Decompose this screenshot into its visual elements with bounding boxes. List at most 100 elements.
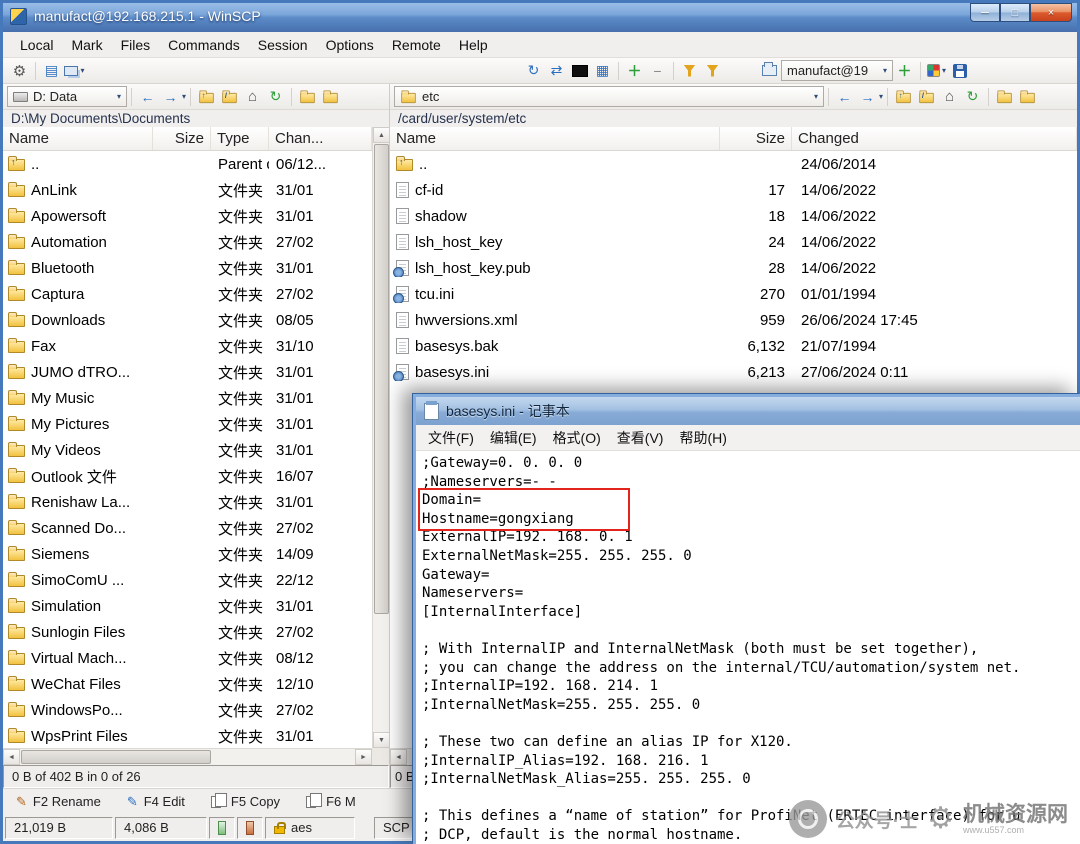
- title-bar[interactable]: manufact@192.168.215.1 - WinSCP: [0, 0, 1080, 32]
- column-name[interactable]: Name: [390, 127, 720, 150]
- remote-root-dir-button[interactable]: /: [915, 86, 938, 108]
- table-row[interactable]: WindowsPo...文件夹27/02: [3, 697, 372, 723]
- forward-button[interactable]: →: [159, 86, 182, 108]
- remote-horizontal-scrollbar[interactable]: ◄: [390, 748, 414, 765]
- table-row[interactable]: Downloads文件夹08/05: [3, 307, 372, 333]
- menu-local[interactable]: Local: [11, 34, 62, 56]
- table-row[interactable]: Bluetooth文件夹31/01: [3, 255, 372, 281]
- table-row[interactable]: JUMO dTRO...文件夹31/01: [3, 359, 372, 385]
- table-row[interactable]: ↑..24/06/2014: [390, 151, 1077, 177]
- table-row[interactable]: Simulation文件夹31/01: [3, 593, 372, 619]
- table-row[interactable]: lsh_host_key.pub2814/06/2022: [390, 255, 1077, 281]
- session-color-button[interactable]: ▾: [925, 60, 948, 82]
- preferences-button[interactable]: ⚙: [8, 60, 31, 82]
- scroll-left-icon[interactable]: ◄: [390, 749, 407, 765]
- table-row[interactable]: WpsPrint Files文件夹31/01: [3, 723, 372, 748]
- notepad-menu-file[interactable]: 文件(F): [420, 425, 482, 451]
- table-row[interactable]: Apowersoft文件夹31/01: [3, 203, 372, 229]
- notepad-menu-edit[interactable]: 编辑(E): [482, 425, 545, 451]
- queue-status-cell[interactable]: [209, 817, 235, 839]
- menu-options[interactable]: Options: [317, 34, 383, 56]
- scroll-left-icon[interactable]: ◄: [3, 749, 20, 765]
- refresh-dir-button[interactable]: ↻: [264, 86, 287, 108]
- remote-parent-dir-button[interactable]: ↑: [892, 86, 915, 108]
- table-row[interactable]: My Pictures文件夹31/01: [3, 411, 372, 437]
- history-dropdown-icon[interactable]: ▾: [182, 92, 186, 101]
- table-row[interactable]: shadow1814/06/2022: [390, 203, 1077, 229]
- close-button[interactable]: ×: [1030, 3, 1072, 22]
- notepad-title-bar[interactable]: basesys.ini - 记事本: [416, 397, 1080, 425]
- menu-session[interactable]: Session: [249, 34, 317, 56]
- scrollbar-thumb[interactable]: [21, 750, 211, 764]
- filter-edit-button[interactable]: [701, 60, 724, 82]
- table-row[interactable]: cf-id1714/06/2022: [390, 177, 1077, 203]
- table-row[interactable]: basesys.bak6,13221/07/1994: [390, 333, 1077, 359]
- table-row[interactable]: Renishaw La...文件夹31/01: [3, 489, 372, 515]
- remote-back-button[interactable]: ←: [833, 86, 856, 108]
- remote-bookmark-button[interactable]: [993, 86, 1016, 108]
- panel-splitter[interactable]: [389, 84, 390, 841]
- parent-dir-button[interactable]: ↑: [195, 86, 218, 108]
- column-type[interactable]: Type: [211, 127, 269, 150]
- panels-layout-button[interactable]: ▾: [63, 60, 86, 82]
- scroll-right-icon[interactable]: ►: [355, 749, 372, 765]
- home-dir-button[interactable]: ⌂: [241, 86, 264, 108]
- menu-commands[interactable]: Commands: [159, 34, 249, 56]
- table-row[interactable]: ↑..Parent d...06/12...: [3, 151, 372, 177]
- table-row[interactable]: My Videos文件夹31/01: [3, 437, 372, 463]
- table-row[interactable]: lsh_host_key2414/06/2022: [390, 229, 1077, 255]
- table-row[interactable]: Siemens文件夹14/09: [3, 541, 372, 567]
- notepad-menu-format[interactable]: 格式(O): [545, 425, 609, 451]
- notepad-menu-view[interactable]: 查看(V): [609, 425, 672, 451]
- menu-files[interactable]: Files: [112, 34, 160, 56]
- back-button[interactable]: ←: [136, 86, 159, 108]
- session-tabs-button[interactable]: [758, 60, 781, 82]
- remote-tree-button[interactable]: [1016, 86, 1039, 108]
- maximize-button[interactable]: □: [1000, 3, 1030, 22]
- local-drive-combo[interactable]: D: Data ▾: [7, 86, 127, 107]
- f5-copy-button[interactable]: F5 Copy: [198, 789, 293, 814]
- filter-button[interactable]: [678, 60, 701, 82]
- scrollbar-thumb[interactable]: [374, 144, 389, 614]
- table-row[interactable]: Virtual Mach...文件夹08/12: [3, 645, 372, 671]
- local-path[interactable]: D:\My Documents\Documents: [3, 110, 390, 127]
- scroll-up-icon[interactable]: ▲: [373, 127, 390, 143]
- table-row[interactable]: basesys.ini6,21327/06/2024 0:11: [390, 359, 1077, 385]
- remote-forward-button[interactable]: →: [856, 86, 879, 108]
- table-row[interactable]: WeChat Files文件夹12/10: [3, 671, 372, 697]
- local-horizontal-scrollbar[interactable]: ◄ ►: [3, 748, 372, 765]
- add-button[interactable]: ＋: [623, 60, 646, 82]
- refresh-button[interactable]: ↻: [522, 60, 545, 82]
- table-row[interactable]: tcu.ini27001/01/1994: [390, 281, 1077, 307]
- f6-move-button[interactable]: F6 M: [293, 789, 369, 814]
- session-combo[interactable]: manufact@19 ▾: [781, 60, 893, 81]
- column-name[interactable]: Name: [3, 127, 153, 150]
- save-session-button[interactable]: [948, 60, 971, 82]
- table-row[interactable]: Automation文件夹27/02: [3, 229, 372, 255]
- table-row[interactable]: Captura文件夹27/02: [3, 281, 372, 307]
- table-row[interactable]: Outlook 文件文件夹16/07: [3, 463, 372, 489]
- local-vertical-scrollbar[interactable]: ▲ ▼: [372, 127, 389, 748]
- history-dropdown-icon[interactable]: ▾: [879, 92, 883, 101]
- table-row[interactable]: hwversions.xml95926/06/2024 17:45: [390, 307, 1077, 333]
- menu-remote[interactable]: Remote: [383, 34, 450, 56]
- table-row[interactable]: Sunlogin Files文件夹27/02: [3, 619, 372, 645]
- menu-mark[interactable]: Mark: [62, 34, 111, 56]
- table-row[interactable]: Fax文件夹31/10: [3, 333, 372, 359]
- column-changed[interactable]: Changed: [792, 127, 1077, 150]
- console-button[interactable]: [568, 60, 591, 82]
- remove-button[interactable]: −: [646, 60, 669, 82]
- scroll-down-icon[interactable]: ▼: [373, 732, 390, 748]
- column-size[interactable]: Size: [153, 127, 211, 150]
- f4-edit-button[interactable]: ✎F4 Edit: [114, 789, 198, 814]
- queue-button[interactable]: ▤: [40, 60, 63, 82]
- remote-path[interactable]: /card/user/system/etc: [390, 110, 1077, 127]
- column-size[interactable]: Size: [720, 127, 792, 150]
- remote-home-dir-button[interactable]: ⌂: [938, 86, 961, 108]
- tree-button[interactable]: [319, 86, 342, 108]
- bookmark-dir-button[interactable]: [296, 86, 319, 108]
- table-row[interactable]: AnLink文件夹31/01: [3, 177, 372, 203]
- column-changed[interactable]: Chan...: [269, 127, 372, 150]
- table-row[interactable]: Scanned Do...文件夹27/02: [3, 515, 372, 541]
- notepad-menu-help[interactable]: 帮助(H): [671, 425, 734, 451]
